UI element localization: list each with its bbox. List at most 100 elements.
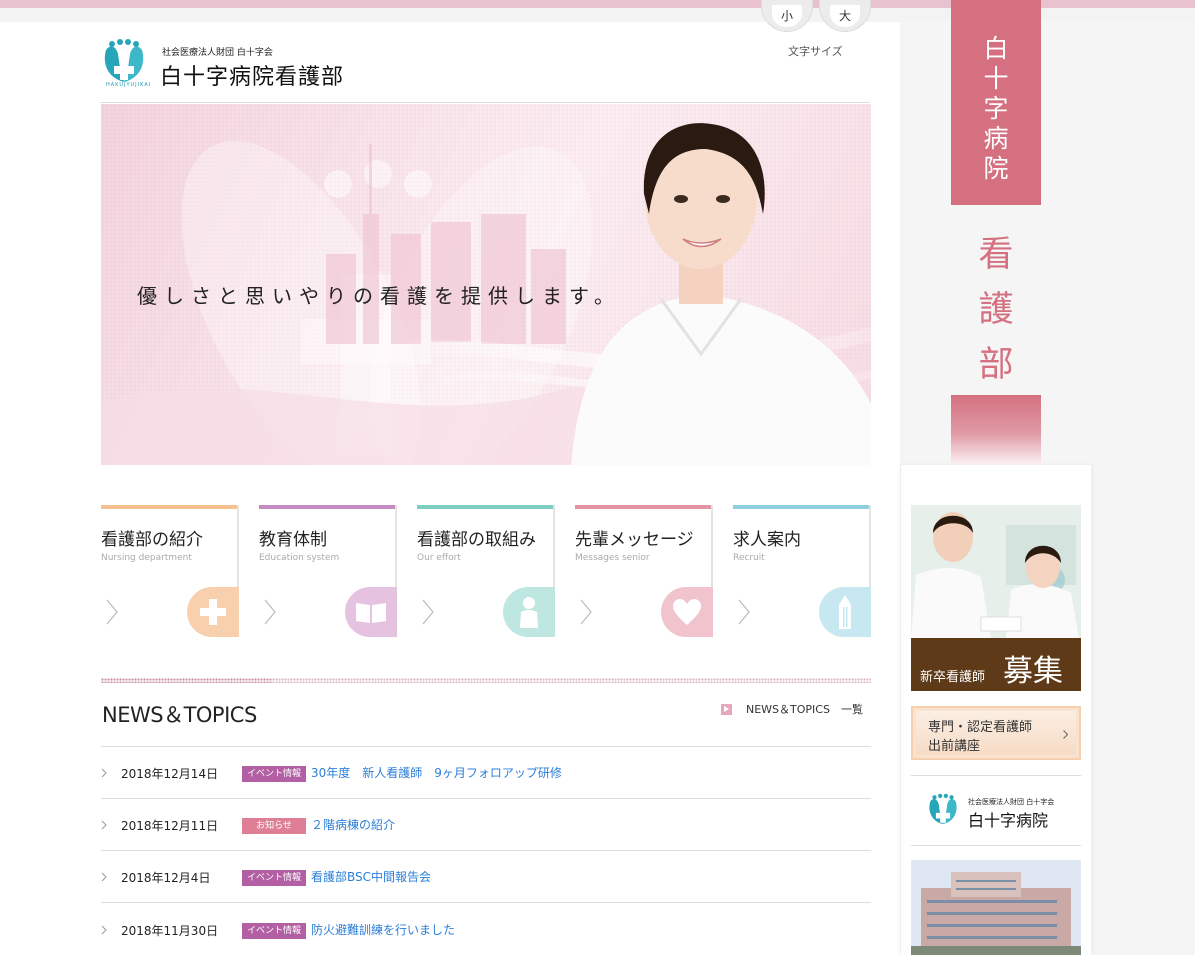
chevron-right-icon (738, 599, 750, 625)
chevron-right-icon (101, 768, 107, 778)
news-heading: NEWS＆TOPICS (102, 703, 257, 727)
news-divider-accent (101, 678, 272, 683)
recruit-big-label: 募集 (1003, 654, 1063, 689)
nav-title: 先輩メッセージ (575, 530, 694, 550)
recruit-small-label: 新卒看護師 (920, 670, 986, 685)
nav-color-bar (733, 505, 871, 509)
hospital-logo-title: 白十字病院 (968, 811, 1049, 830)
news-title-link[interactable]: 防火避難訓練を行いました (311, 921, 455, 938)
hospital-logo-subtitle: 社会医療法人財団 白十字会 (968, 798, 1055, 806)
news-date: 2018年12月4日 (121, 871, 211, 885)
book-icon (345, 587, 397, 637)
news-list-link[interactable]: NEWS＆TOPICS 一覧 (721, 701, 863, 717)
person-icon (503, 587, 555, 637)
nav-title: 求人案内 (733, 530, 801, 550)
chevron-right-icon (422, 599, 434, 625)
chevron-right-icon (264, 599, 276, 625)
heart-icon (661, 587, 713, 637)
vertical-char: 院 (983, 154, 1009, 183)
nurses-photo (911, 505, 1081, 638)
nav-item-nursing-department[interactable]: 看護部の紹介 Nursing department (101, 505, 239, 637)
nav-english: Messages senior (575, 553, 650, 563)
news-item: 2018年12月14日 イベント情報 30年度 新人看護師 9ヶ月フォロアップ研… (101, 760, 871, 788)
nav-item-education-system[interactable]: 教育体制 Education system (259, 505, 397, 637)
side-nursing-label: 看護部 (951, 228, 1041, 393)
hospital-building-photo[interactable] (911, 860, 1081, 955)
news-badge: イベント情報 (242, 870, 306, 886)
plus-icon (187, 587, 239, 637)
news-item: 2018年11月30日 イベント情報 防火避難訓練を行いました (101, 917, 871, 945)
news-date: 2018年12月11日 (121, 819, 219, 833)
chevron-right-icon (106, 599, 118, 625)
hero-banner: 優しさと思いやりの看護を提供します。 (101, 104, 871, 465)
news-date: 2018年11月30日 (121, 924, 219, 938)
recruit-banner[interactable]: 新卒看護師 募集 (911, 638, 1081, 691)
news-title-link[interactable]: 看護部BSC中間報告会 (311, 868, 431, 885)
news-badge: イベント情報 (242, 766, 306, 782)
nav-item-our-effort[interactable]: 看護部の取組み Our effort (417, 505, 555, 637)
chevron-right-icon (580, 599, 592, 625)
chevron-right-icon (101, 925, 107, 935)
news-row-divider (101, 850, 871, 851)
news-date: 2018年12月14日 (121, 767, 219, 781)
chevron-right-icon (101, 872, 107, 882)
side-banner-fade (951, 395, 1041, 465)
nav-color-bar (575, 505, 713, 509)
nav-title: 看護部の紹介 (101, 530, 203, 550)
news-badge: イベント情報 (242, 923, 306, 939)
nav-color-bar (417, 505, 555, 509)
news-title-link[interactable]: 30年度 新人看護師 9ヶ月フォロアップ研修 (311, 764, 562, 781)
outreach-course-line1: 専門・認定看護師 (928, 720, 1033, 735)
font-size-small-label: 小 (772, 4, 802, 27)
vertical-char: 十 (983, 64, 1009, 93)
recruit-photo[interactable] (911, 505, 1081, 638)
font-size-label: 文字サイズ (788, 45, 843, 58)
vertical-char: 部 (978, 345, 1014, 385)
news-row-divider (101, 902, 871, 903)
sidebar-divider (911, 775, 1081, 776)
outreach-course-inner: 専門・認定看護師 出前講座 (916, 711, 1076, 755)
vertical-char: 病 (983, 124, 1009, 153)
hospital-building-image (911, 860, 1081, 955)
news-list-link-label: NEWS＆TOPICS 一覧 (746, 703, 863, 716)
hospital-logo-link[interactable]: 社会医療法人財団 白十字会 白十字病院 (926, 793, 1066, 831)
nav-item-recruit[interactable]: 求人案内 Recruit (733, 505, 871, 637)
nav-english: Recruit (733, 553, 765, 563)
side-banner-text: 白十字病院 (951, 34, 1041, 184)
nav-english: Nursing department (101, 553, 192, 563)
site-logo[interactable]: HAKUJYUJIKAI 社会医療法人財団 白十字会 白十字病院看護部 (100, 38, 360, 90)
nav-color-bar (259, 505, 397, 509)
hakujyujikai-logo-icon (929, 793, 957, 825)
news-item: 2018年12月11日 お知らせ ２階病棟の紹介 (101, 812, 871, 840)
nav-english: Education system (259, 553, 340, 563)
nav-english: Our effort (417, 553, 461, 563)
hakujyujikai-logo-icon (104, 39, 144, 82)
vertical-char: 白 (983, 34, 1009, 63)
vertical-char: 看 (978, 235, 1014, 275)
side-hospital-banner: 白十字病院 (951, 0, 1041, 205)
hero-tagline: 優しさと思いやりの看護を提供します。 (137, 284, 621, 308)
logo-english: HAKUJYUJIKAI (106, 82, 152, 88)
nav-item-messages-senior[interactable]: 先輩メッセージ Messages senior (575, 505, 713, 637)
outreach-course-line2: 出前講座 (928, 739, 981, 754)
news-row-divider (101, 746, 871, 747)
chevron-right-icon (101, 820, 107, 830)
header-divider (100, 102, 870, 103)
logo-subtitle: 社会医療法人財団 白十字会 (162, 48, 273, 58)
nav-title: 教育体制 (259, 530, 327, 550)
nav-title: 看護部の取組み (417, 530, 536, 550)
site-title: 白十字病院看護部 (160, 65, 345, 90)
outreach-course-label: 専門・認定看護師 出前講座 (928, 718, 1032, 756)
vertical-char: 字 (983, 94, 1009, 123)
arrow-right-icon (721, 703, 732, 715)
sidebar-divider (911, 845, 1081, 846)
nav-color-bar (101, 505, 239, 509)
font-size-large-label: 大 (830, 4, 860, 27)
news-badge: お知らせ (242, 818, 306, 834)
chevron-right-icon (1063, 730, 1068, 739)
news-row-divider (101, 798, 871, 799)
news-title-link[interactable]: ２階病棟の紹介 (311, 816, 395, 833)
vertical-char: 護 (978, 290, 1014, 330)
outreach-course-button[interactable]: 専門・認定看護師 出前講座 (911, 706, 1081, 760)
pencil-icon (819, 587, 871, 637)
